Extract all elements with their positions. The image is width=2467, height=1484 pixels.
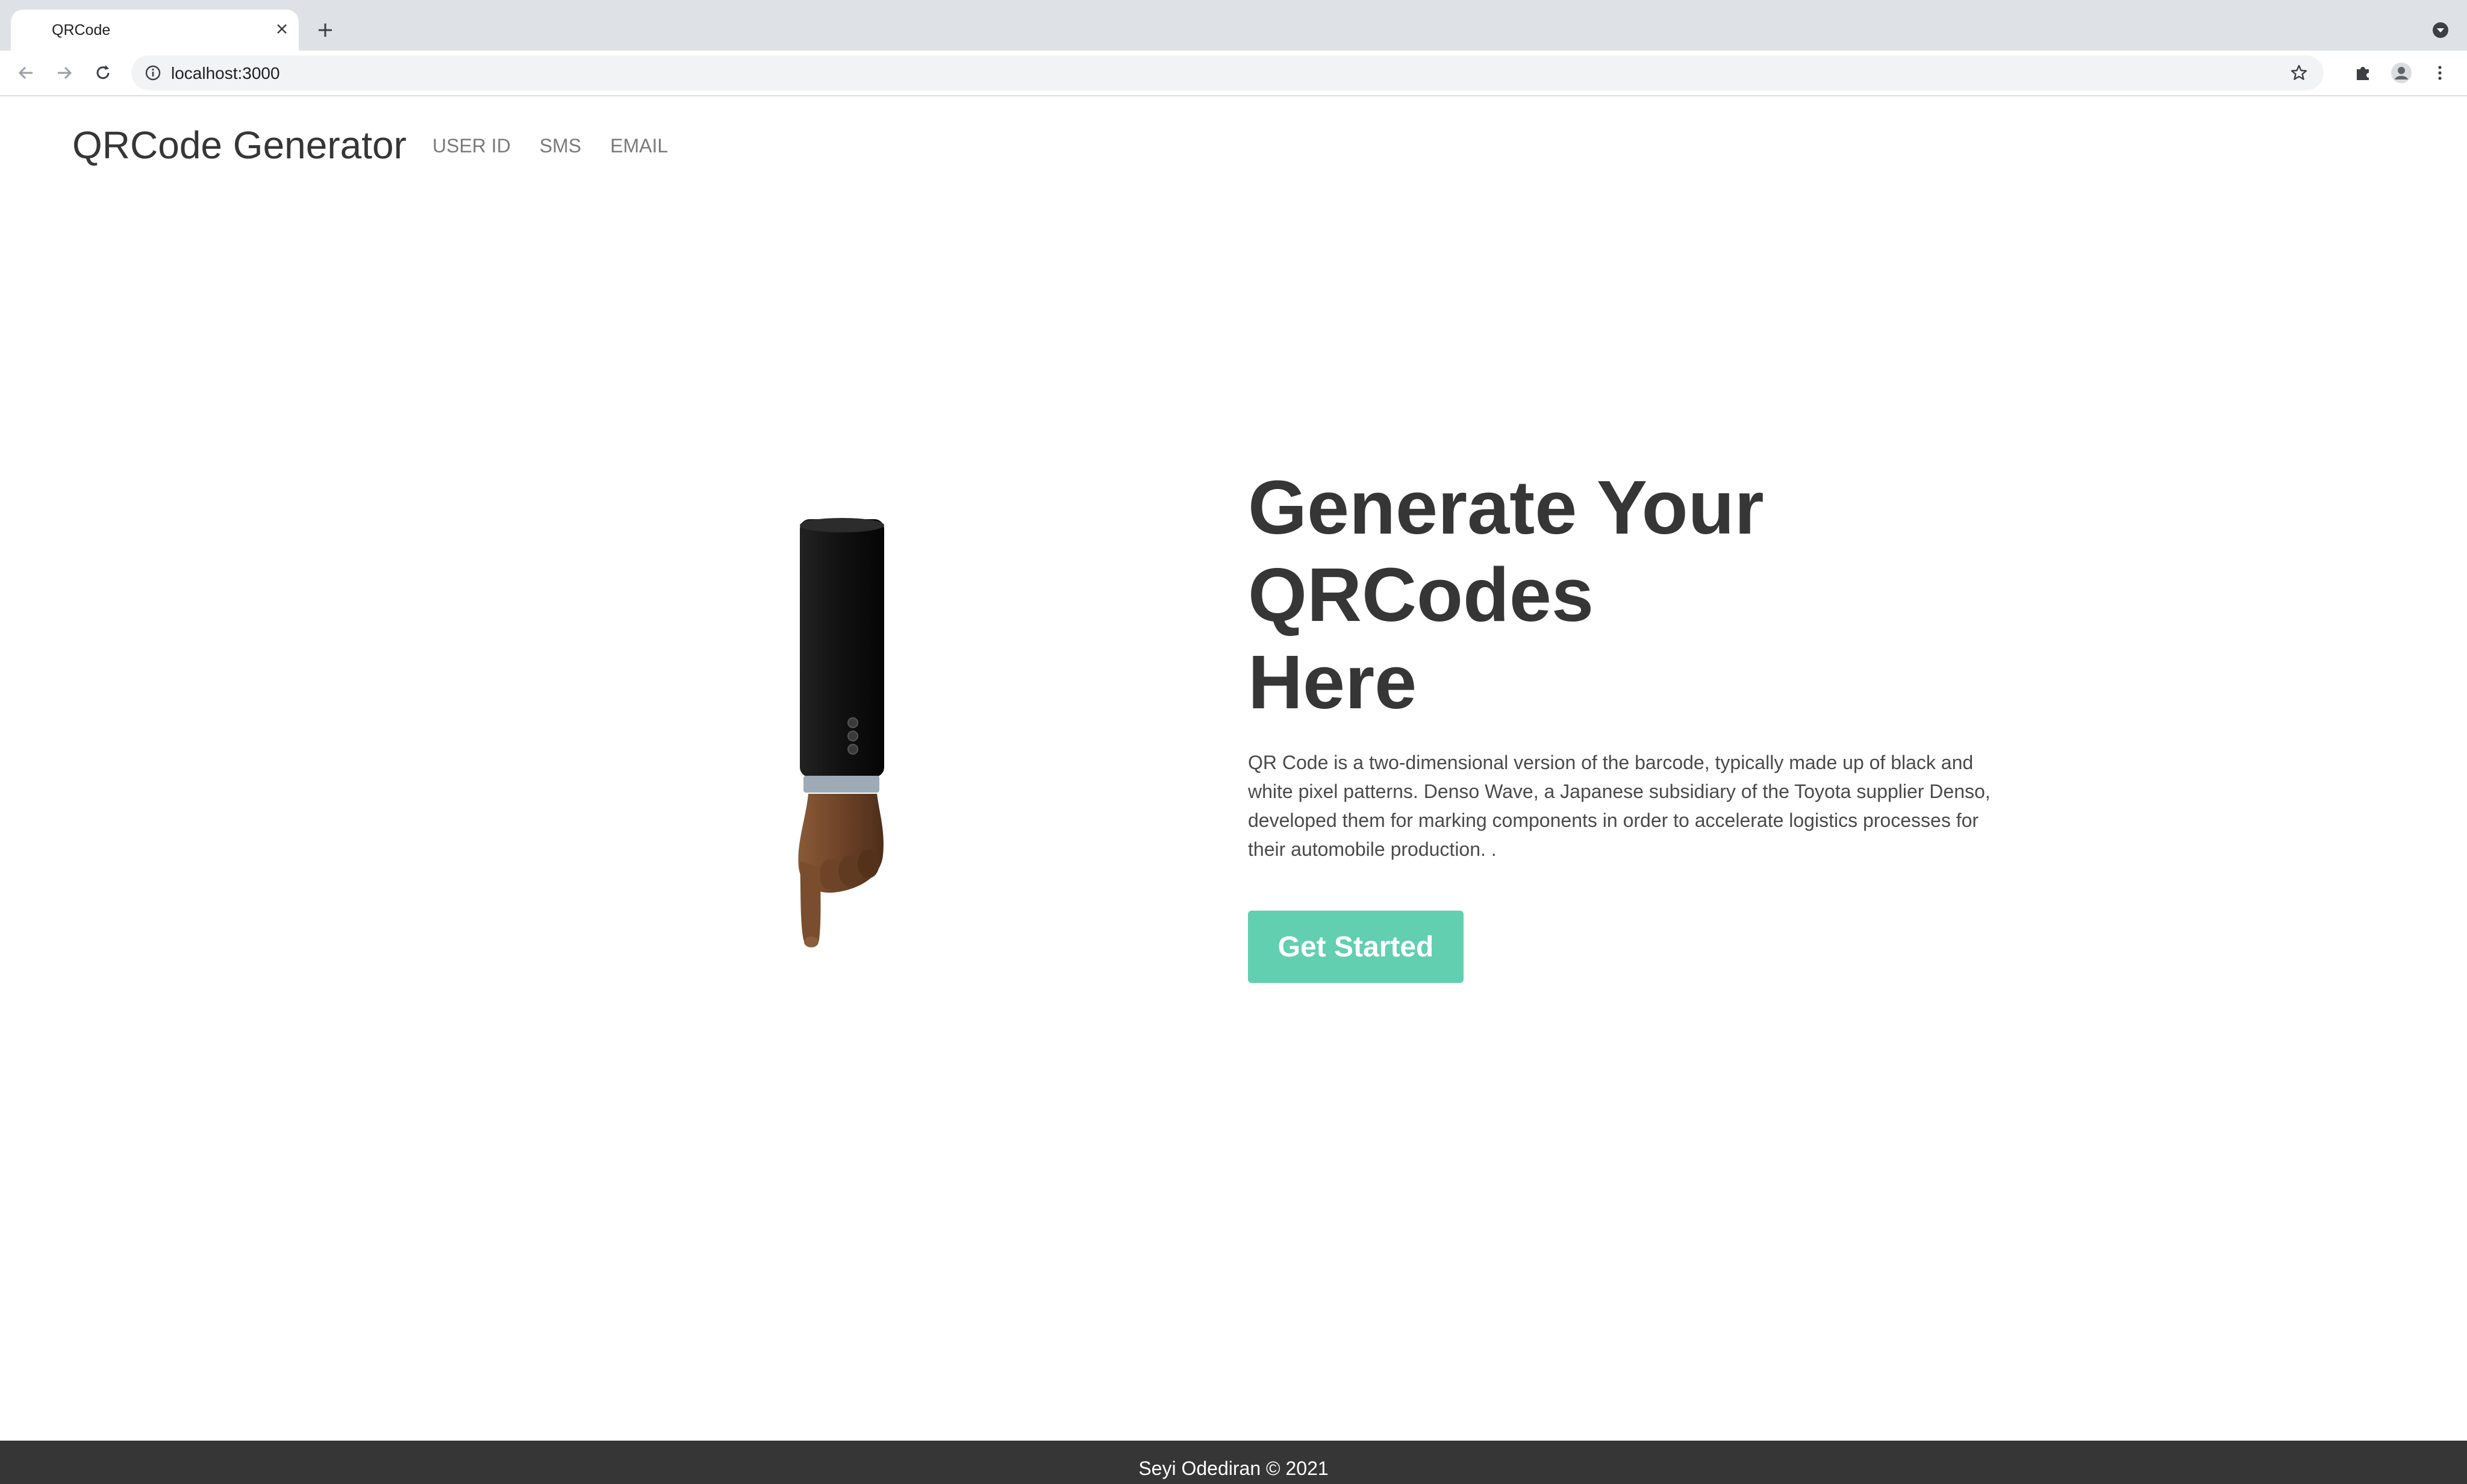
- navbar-links: USER ID SMS EMAIL: [432, 135, 668, 157]
- url-text: localhost:3000: [171, 64, 280, 83]
- hero-title-line-3: Here: [1248, 640, 1417, 725]
- tab-title: QRCode: [52, 22, 111, 39]
- footer: Seyi Odediran © 2021: [0, 1441, 2467, 1484]
- bookmark-star-icon[interactable]: [2288, 61, 2310, 84]
- forward-icon[interactable]: [52, 60, 77, 86]
- back-icon[interactable]: [13, 60, 39, 86]
- browser-tab[interactable]: QRCode: [11, 10, 299, 51]
- hero-title: Generate Your QRCodes Here: [1248, 464, 2151, 726]
- tab-search-icon[interactable]: [2428, 18, 2453, 42]
- footer-copyright: Seyi Odediran © 2021: [1138, 1458, 1329, 1479]
- profile-avatar-icon[interactable]: [2389, 60, 2414, 86]
- reload-icon[interactable]: [90, 60, 116, 86]
- nav-link-email[interactable]: EMAIL: [610, 135, 668, 157]
- hero-title-line-1: Generate Your: [1248, 465, 1764, 550]
- tab-close-icon[interactable]: [271, 18, 293, 40]
- browser-toolbar: localhost:3000: [0, 51, 2467, 96]
- pointing-down-hand-illustration: [783, 518, 891, 952]
- extensions-icon[interactable]: [2350, 60, 2375, 86]
- browser-tabstrip: QRCode: [0, 0, 2467, 51]
- page: QRCode Generator USER ID SMS EMAIL Gener…: [0, 96, 2467, 1484]
- site-info-icon[interactable]: [143, 63, 163, 83]
- address-bar[interactable]: localhost:3000: [131, 55, 2324, 90]
- new-tab-icon[interactable]: [313, 18, 337, 42]
- nav-link-user-id[interactable]: USER ID: [432, 135, 511, 157]
- browser-menu-icon[interactable]: [2427, 60, 2453, 86]
- navbar-brand[interactable]: QRCode Generator: [72, 123, 407, 167]
- hero-title-line-2: QRCodes: [1248, 552, 1594, 637]
- nav-link-sms[interactable]: SMS: [540, 135, 581, 157]
- get-started-button[interactable]: Get Started: [1248, 911, 1464, 983]
- hero-description: QR Code is a two-dimensional version of …: [1248, 752, 1991, 860]
